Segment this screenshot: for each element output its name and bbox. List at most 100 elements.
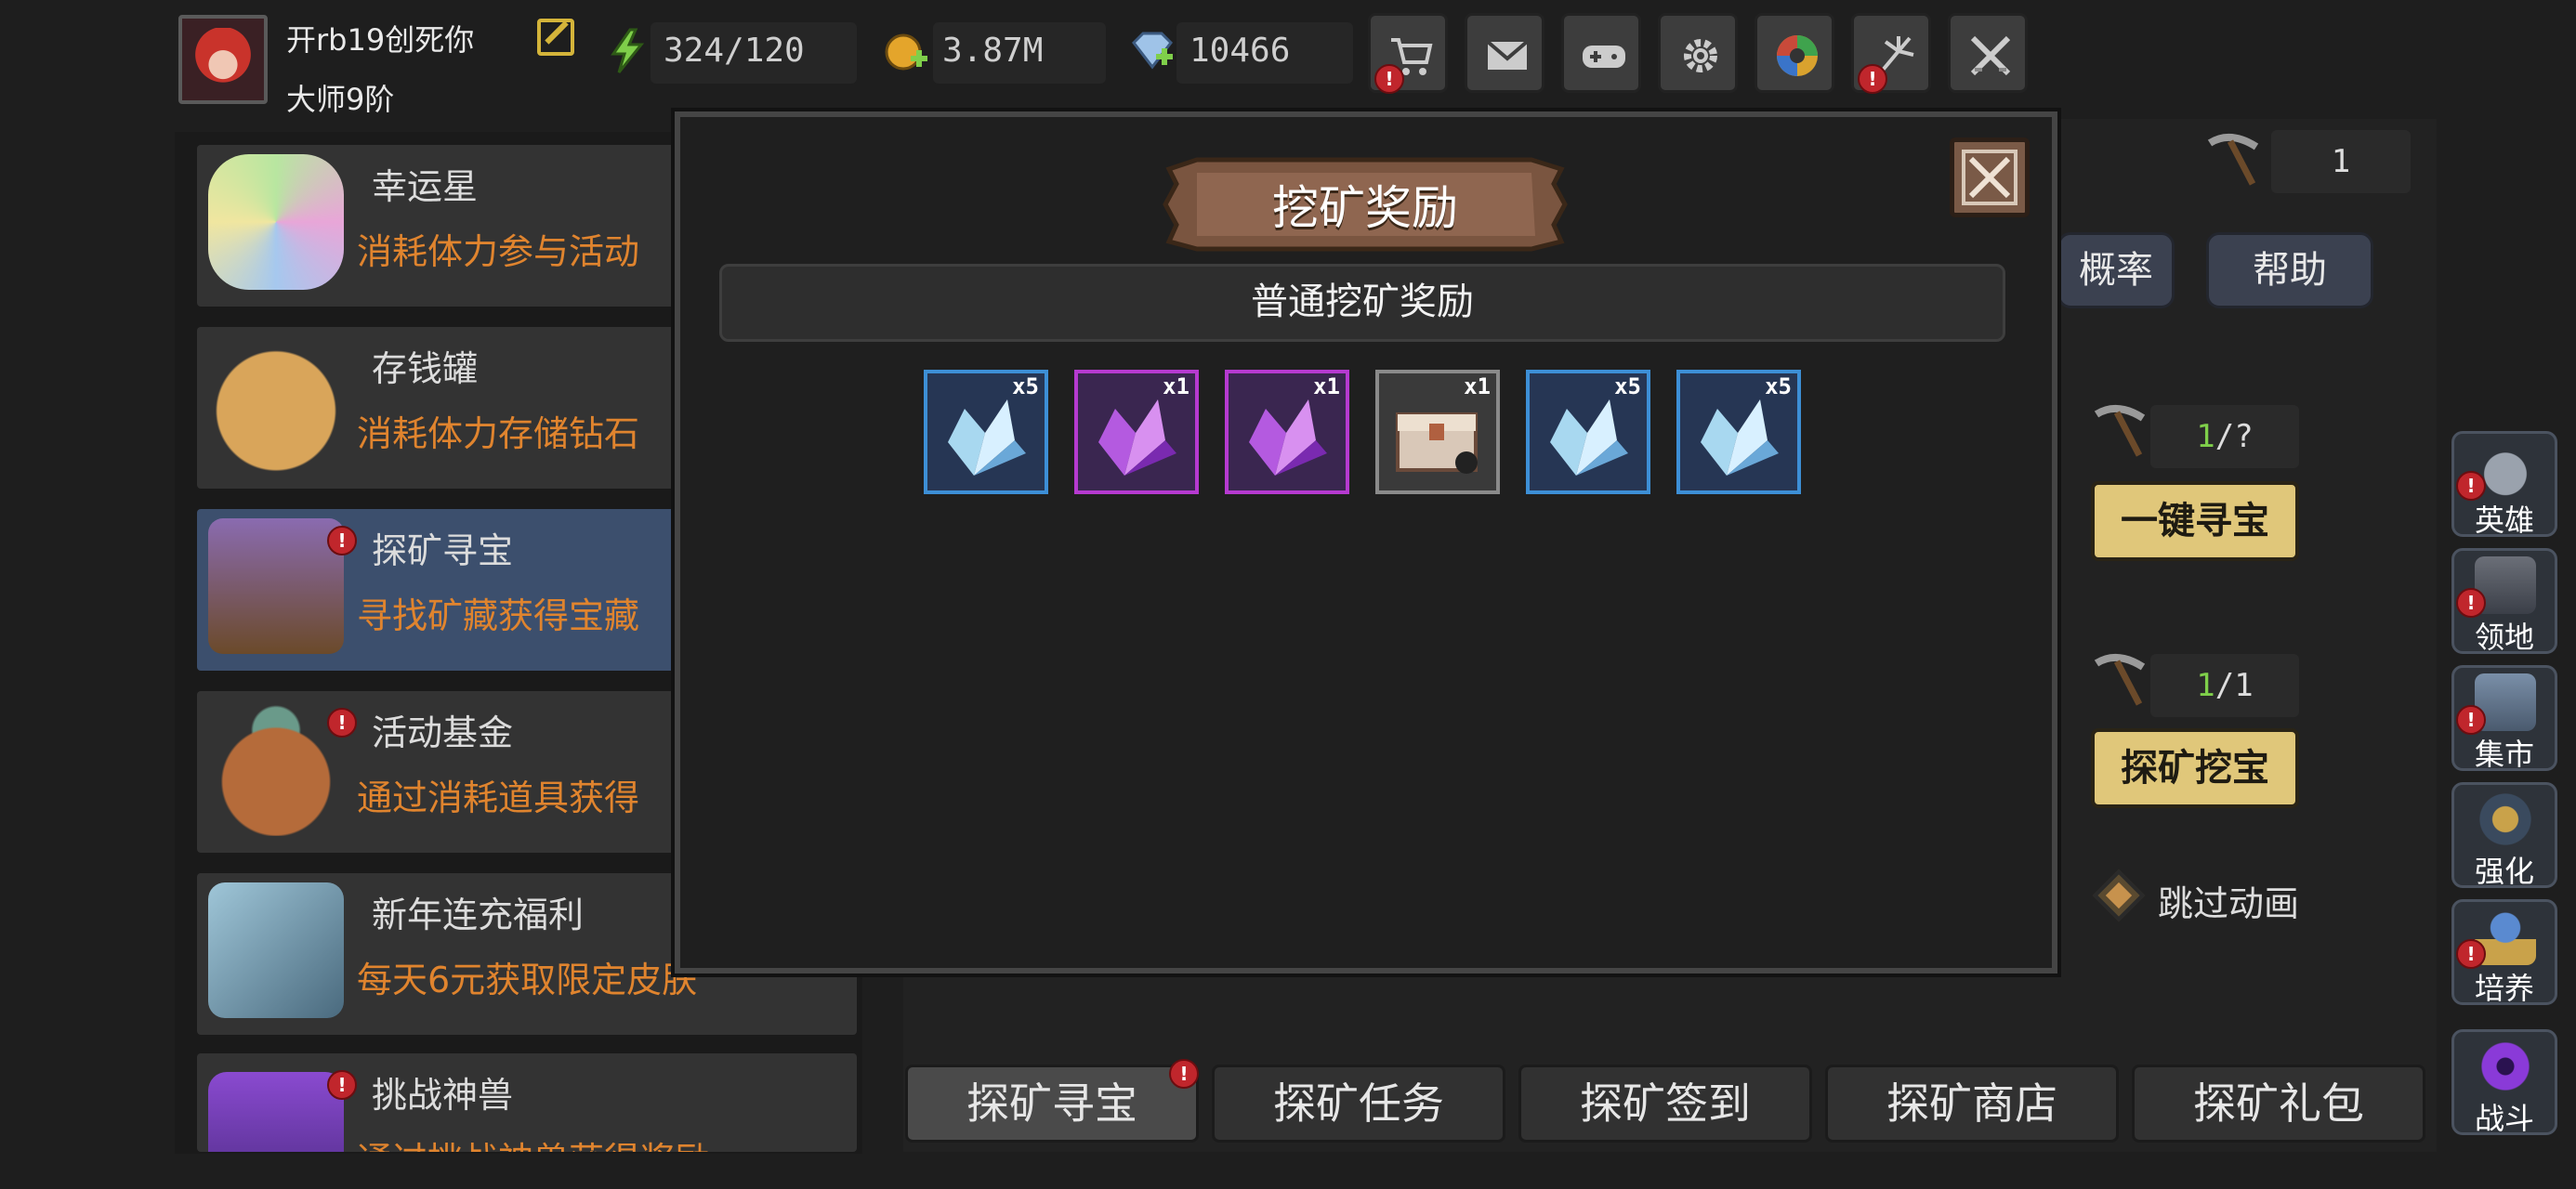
skip-animation-checkbox[interactable] xyxy=(2091,868,2147,923)
probability-button[interactable]: 概率 xyxy=(2057,232,2175,308)
reward-slot[interactable]: x1 xyxy=(1225,370,1349,494)
pickaxe-count: 1 xyxy=(2271,130,2411,193)
alert-badge: ! xyxy=(1858,64,1887,94)
tab-mining-shop[interactable]: 探矿商店 xyxy=(1825,1065,2119,1143)
event-desc: 寻找矿藏获得宝藏 xyxy=(357,595,640,636)
alert-badge: ! xyxy=(327,1070,357,1100)
energy-value: 324/120 xyxy=(664,32,805,70)
reward-slot[interactable]: x1 xyxy=(1074,370,1199,494)
player-name: 开rb19创死你 xyxy=(286,22,475,58)
tab-mining-checkin[interactable]: 探矿签到 xyxy=(1518,1065,1812,1143)
reward-qty: x5 xyxy=(1012,373,1039,399)
pickaxe-icon xyxy=(2094,405,2146,457)
portal-icon xyxy=(2475,1038,2536,1095)
side-nav-market[interactable]: ! 集市 xyxy=(2451,665,2557,772)
reward-slot[interactable]: x5 xyxy=(1526,370,1650,494)
event-title: 新年连充福利 xyxy=(372,895,585,935)
event-title: 活动基金 xyxy=(372,712,514,753)
diamond-icon[interactable] xyxy=(1128,28,1175,74)
swords-icon xyxy=(1970,35,2011,76)
event-desc: 消耗体力参与活动 xyxy=(357,231,640,272)
money-bag-icon xyxy=(208,700,344,836)
side-nav-label: 强化 xyxy=(2474,854,2534,889)
side-nav-cultivate[interactable]: ! 培养 xyxy=(2451,899,2557,1006)
diamond-counter: 10466 xyxy=(1176,22,1353,84)
gold-counter: 3.87M xyxy=(933,22,1106,84)
side-nav-label: 战斗 xyxy=(2474,1101,2534,1136)
blue-crystal-icon xyxy=(1550,399,1628,476)
aperture-button[interactable] xyxy=(1755,13,1834,93)
purple-crystal-icon xyxy=(1249,399,1327,476)
side-nav-hero[interactable]: ! 英雄 xyxy=(2451,431,2557,538)
search-count-current: 1 xyxy=(2196,418,2215,455)
frozen-chest-icon xyxy=(208,882,344,1018)
event-desc: 通过消耗道具获得 xyxy=(357,777,640,818)
alert-badge: ! xyxy=(1374,64,1404,94)
shop-button[interactable]: ! xyxy=(1368,13,1448,94)
gamepad-button[interactable] xyxy=(1561,13,1641,93)
gold-value: 3.87M xyxy=(942,32,1044,70)
tab-mining-treasure[interactable]: 探矿寻宝 xyxy=(905,1065,1199,1143)
tab-mining-tasks[interactable]: 探矿任务 xyxy=(1212,1065,1505,1143)
reward-subheader: 普通挖矿奖励 xyxy=(719,264,2005,342)
gear-icon xyxy=(1684,39,1717,72)
piggy-bank-icon xyxy=(208,336,344,472)
beast-icon xyxy=(208,1072,344,1152)
purple-crystal-icon xyxy=(1098,399,1176,476)
one-click-search-button[interactable]: 一键寻宝 xyxy=(2091,481,2299,561)
dig-count-total: /1 xyxy=(2215,667,2254,704)
battle-button[interactable] xyxy=(1948,13,2028,93)
side-nav-label: 领地 xyxy=(2474,620,2534,655)
reward-slot[interactable]: x5 xyxy=(1676,370,1801,494)
player-rank: 大师9阶 xyxy=(286,82,395,117)
dialog-title: 挖矿奖励 xyxy=(1272,181,1458,235)
event-item-challenge-beast[interactable]: ! 挑战神兽 通过挑战神兽获得奖励 xyxy=(197,1053,857,1152)
reward-qty: x1 xyxy=(1464,373,1491,399)
dig-count: 1/1 xyxy=(2150,654,2299,717)
aperture-icon xyxy=(1777,35,1818,76)
pickaxe-icon xyxy=(2207,134,2259,186)
reward-qty: x5 xyxy=(1765,373,1792,399)
side-nav-battle[interactable]: 战斗 xyxy=(2451,1029,2557,1136)
enhance-icon xyxy=(2475,790,2536,848)
skip-animation-label: 跳过动画 xyxy=(2158,883,2300,924)
reward-slot[interactable]: x1 xyxy=(1375,370,1500,494)
event-title: 挑战神兽 xyxy=(372,1075,514,1116)
side-nav-territory[interactable]: ! 领地 xyxy=(2451,548,2557,655)
reward-slot[interactable]: x5 xyxy=(924,370,1048,494)
help-button[interactable]: 帮助 xyxy=(2206,232,2373,308)
side-nav-label: 集市 xyxy=(2474,737,2534,772)
search-count-total: /? xyxy=(2215,418,2254,455)
mining-dig-button[interactable]: 探矿挖宝 xyxy=(2091,728,2299,808)
gold-coin-icon[interactable] xyxy=(883,28,929,74)
edit-name-icon[interactable] xyxy=(537,19,574,56)
event-title: 幸运星 xyxy=(372,166,479,207)
side-nav-enhance[interactable]: 强化 xyxy=(2451,782,2557,889)
reward-qty: x1 xyxy=(1313,373,1340,399)
tab-mining-gift[interactable]: 探矿礼包 xyxy=(2132,1065,2425,1143)
event-desc: 每天6元获取限定皮肤 xyxy=(357,960,698,1000)
alert-badge: ! xyxy=(327,526,357,555)
alert-badge: ! xyxy=(327,708,357,738)
settings-button[interactable] xyxy=(1658,13,1738,93)
side-nav-label: 英雄 xyxy=(2474,503,2534,538)
blue-crystal-icon xyxy=(948,399,1026,476)
lucky-star-icon xyxy=(208,154,344,290)
alert-badge: ! xyxy=(1169,1059,1199,1089)
player-avatar[interactable] xyxy=(178,15,268,104)
event-desc: 消耗体力存储钻石 xyxy=(357,413,640,454)
search-count: 1/? xyxy=(2150,405,2299,468)
reward-qty: x5 xyxy=(1614,373,1641,399)
diamond-value: 10466 xyxy=(1189,32,1291,70)
energy-icon xyxy=(611,28,645,73)
treasure-box-icon xyxy=(1396,412,1478,474)
dig-count-current: 1 xyxy=(2196,667,2215,704)
pickaxe-icon xyxy=(2094,654,2146,706)
mail-button[interactable] xyxy=(1465,13,1544,93)
close-dialog-button[interactable] xyxy=(1950,137,2030,217)
gamepad-icon xyxy=(1583,46,1625,68)
fireworks-button[interactable]: ! xyxy=(1851,13,1931,94)
treasure-chest-icon xyxy=(208,518,344,654)
energy-counter: 324/120 xyxy=(651,22,857,84)
event-title: 探矿寻宝 xyxy=(372,530,514,571)
